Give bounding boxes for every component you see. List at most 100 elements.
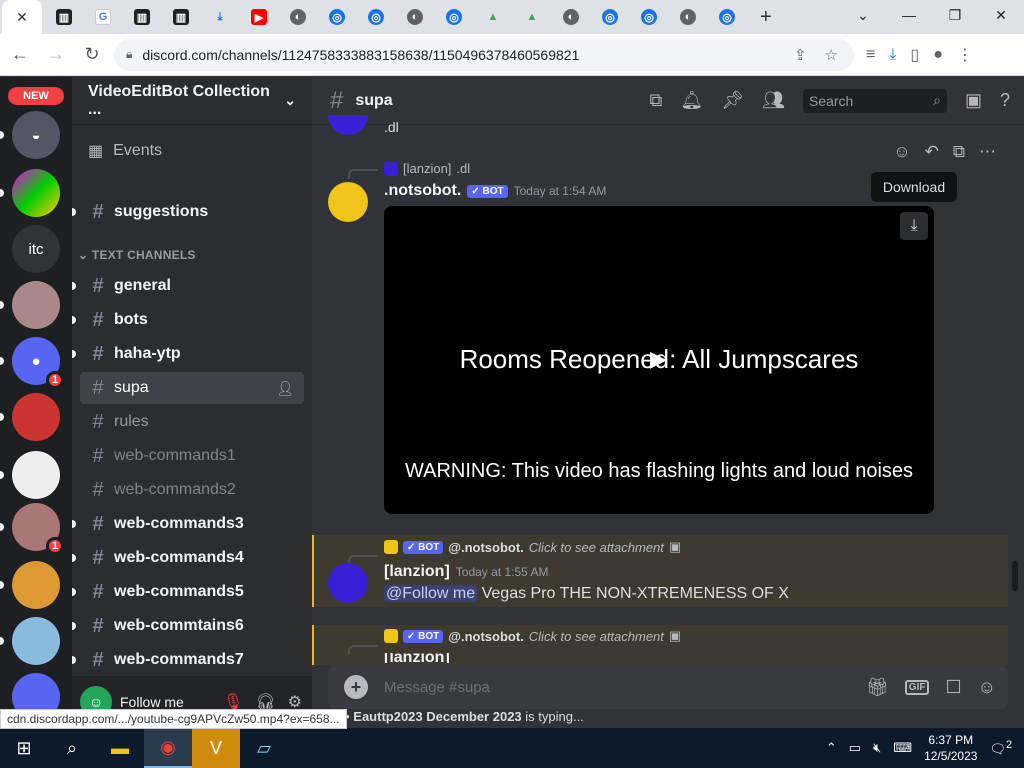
browser-tab[interactable]: ◐ [403,0,427,34]
channel-web-commands2[interactable]: # web-commands2 [80,474,304,506]
minimize-icon[interactable]: — [886,0,932,30]
browser-tab[interactable]: ◎ [637,0,661,34]
events-item[interactable]: ▦ Events [88,141,162,161]
search-icon[interactable]: ⌕ [48,728,96,768]
bookmark-star-icon[interactable]: ☆ [825,46,838,64]
side-panel-icon[interactable]: ▯ [910,45,919,65]
reply-preview[interactable]: [lanzion] .dl [384,161,470,176]
back-icon[interactable]: ← [4,39,36,71]
reload-icon[interactable]: ↻ [76,39,108,71]
server-icon[interactable] [12,451,60,499]
close-tab-icon[interactable]: ✕ [16,9,28,26]
reply-preview[interactable]: ✓ BOT @.notsobot. Click to see attachmen… [384,539,681,555]
chrome-menu-icon[interactable]: ⋮ [957,45,973,65]
file-explorer-icon[interactable]: ▬ [96,728,144,768]
browser-tab[interactable]: ◎ [715,0,739,34]
inbox-icon[interactable]: ▣ [965,90,982,111]
author-name[interactable]: .notsobot. [384,182,461,200]
browser-tab[interactable]: ◎ [325,0,349,34]
channel-web-commands5[interactable]: # web-commands5 [72,576,304,608]
forward-icon[interactable]: → [40,39,72,71]
author-name[interactable]: [lanzion] [384,653,450,663]
browser-tab[interactable]: ▲ [481,0,505,34]
channel-suggestions[interactable]: # suggestions [72,196,304,228]
server-icon[interactable] [12,393,60,441]
bot-avatar[interactable] [328,182,368,222]
browser-tab[interactable]: ▥ [169,0,193,34]
video-attachment[interactable]: Rooms Reopened: All Jumpscares ▶ WARNING… [384,206,934,514]
vegas-pro-icon[interactable]: V [192,728,240,768]
clock[interactable]: 6:37 PM 12/5/2023 [924,732,977,764]
browser-tab[interactable]: ◐ [286,0,310,34]
browser-tab[interactable]: ◎ [442,0,466,34]
channel-web-commands7[interactable]: # web-commands7 [72,644,304,676]
close-window-icon[interactable]: ✕ [978,0,1024,30]
search-input[interactable]: Search ⌕ [802,88,947,113]
browser-tab[interactable]: ⤓ [208,0,232,34]
message-composer[interactable]: + Message #supa 🎁︎ GIF ☐ ☺ [328,665,1008,709]
browser-tab[interactable]: G [91,0,115,34]
avatar[interactable] [328,563,368,603]
browser-tab[interactable]: ◎ [364,0,388,34]
network-icon[interactable]: ▭ [849,740,861,756]
browser-tab[interactable]: ▲ [520,0,544,34]
notepad-icon[interactable]: ▱ [240,728,288,768]
browser-tab-active[interactable]: ✕ [2,0,42,34]
reply-icon[interactable]: ↶ [925,142,939,162]
browser-tab[interactable]: ◐ [559,0,583,34]
help-icon[interactable]: ? [1000,90,1010,111]
restore-icon[interactable]: ❐ [932,0,978,30]
server-header[interactable]: VideoEditBot Collection ... ⌄ [72,77,312,125]
chat-scrollbar[interactable] [1012,561,1018,591]
more-icon[interactable]: ⋯ [979,142,996,162]
reply-preview[interactable]: ✓ BOT @.notsobot. Click to see attachmen… [384,628,681,644]
volume-muted-icon[interactable]: 🔇︎ [873,740,881,756]
notification-bell-icon[interactable]: 🔔︎ [680,90,703,111]
gift-icon[interactable]: 🎁︎ [866,677,889,698]
channel-web-commands1[interactable]: # web-commands1 [80,440,304,472]
downloads-icon[interactable]: ⤓ [889,46,896,64]
server-icon[interactable] [12,169,60,217]
server-icon[interactable] [12,561,60,609]
emoji-icon[interactable]: ☺ [978,677,996,698]
chrome-icon[interactable]: ◉ [144,728,192,768]
invite-user-icon[interactable]: 👤︎ [276,380,294,397]
notifications-icon[interactable]: 🗨︎2 [989,739,1012,757]
profile-icon[interactable]: ● [933,46,943,64]
server-itc[interactable]: itc [12,225,60,273]
media-control-icon[interactable]: ≡ [866,46,875,64]
browser-tab[interactable]: ▶ [247,0,271,34]
channel-general[interactable]: # general [72,270,304,302]
new-tab-icon[interactable]: + [760,6,772,29]
user-mention[interactable]: @Follow me [384,585,478,602]
server-icon[interactable]: 1 [12,503,64,555]
category-text-channels[interactable]: ⌄ TEXT CHANNELS [78,248,196,262]
channel-bots[interactable]: # bots [72,304,304,336]
create-thread-icon[interactable]: ⧉ [953,142,965,162]
gif-button[interactable]: GIF [904,679,930,695]
play-icon[interactable]: ▶ [650,346,667,372]
chevron-up-icon[interactable]: ⌃ [826,740,837,756]
server-icon[interactable] [12,617,60,665]
channel-supa[interactable]: # supa 👤︎ [80,372,304,404]
pin-icon[interactable]: 📌︎ [721,90,744,111]
avatar[interactable] [328,115,368,135]
member-list-icon[interactable]: 👥︎ [762,90,785,111]
channel-web-commands3[interactable]: # web-commands3 [72,508,304,540]
author-name[interactable]: [lanzion] [384,563,450,581]
browser-tab[interactable]: ◎ [598,0,622,34]
add-reaction-icon[interactable]: ☺ [893,142,910,162]
sticker-icon[interactable]: ☐ [945,677,961,698]
browser-tab[interactable]: ◐ [676,0,700,34]
tab-search-icon[interactable]: ⌄ [840,0,886,30]
start-windows-icon[interactable]: ⊞ [0,728,48,768]
channel-web-commtains6[interactable]: # web-commtains6 [72,610,304,642]
server-icon[interactable]: ◒ [12,111,60,159]
keyboard-icon[interactable]: ⌨ [893,740,912,756]
address-bar[interactable]: 🔒︎ discord.com/channels/1124758333883158… [114,38,854,71]
channel-rules[interactable]: # rules [80,406,304,438]
channel-web-commands4[interactable]: # web-commands4 [72,542,304,574]
channel-haha-ytp[interactable]: # haha-ytp [72,338,304,370]
browser-tab[interactable]: ▥ [130,0,154,34]
download-button[interactable]: ⤓ [900,212,928,240]
